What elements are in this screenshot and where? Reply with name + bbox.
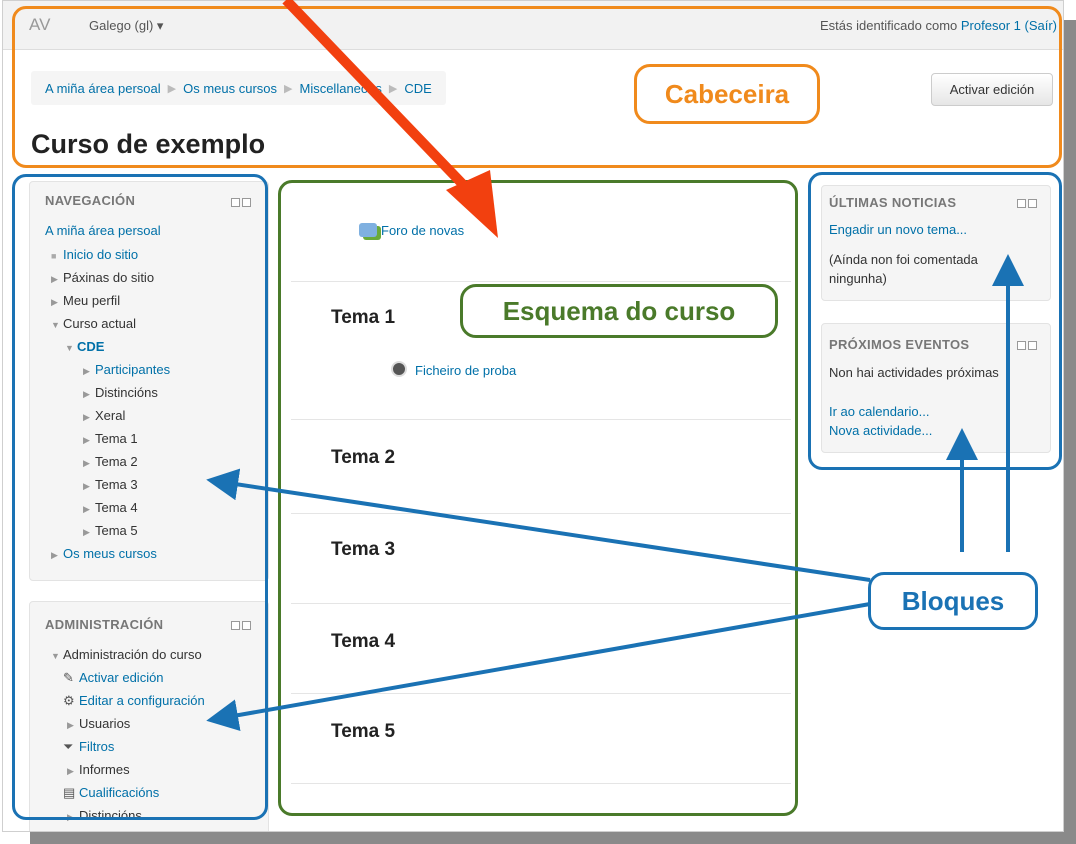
side-blocks-annotation-box	[808, 172, 1062, 470]
header-annotation-label: Cabeceira	[634, 64, 820, 124]
frame-shadow-bottom	[30, 832, 1076, 844]
outline-annotation-box	[278, 180, 798, 816]
frame-shadow-right	[1064, 20, 1076, 844]
blocks-annotation-label: Bloques	[868, 572, 1038, 630]
outline-annotation-label: Esquema do curso	[460, 284, 778, 338]
nav-blocks-annotation-box	[12, 174, 268, 820]
header-annotation-box	[12, 6, 1062, 168]
